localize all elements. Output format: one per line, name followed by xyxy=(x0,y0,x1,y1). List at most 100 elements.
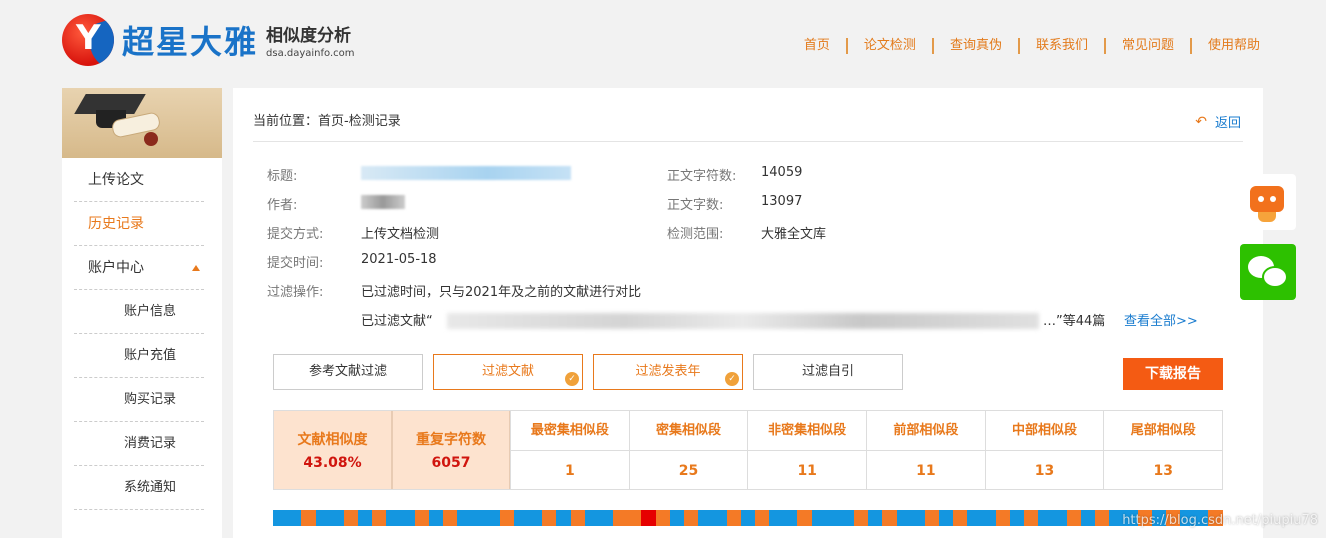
sidebar-item-recharge[interactable]: 账户充值 xyxy=(74,334,204,378)
bar-segment xyxy=(584,510,614,526)
bar-segment xyxy=(797,510,812,526)
stat-column: 密集相似段 25 xyxy=(628,411,748,489)
bar-segment xyxy=(967,510,996,526)
watermark: https://blog.csdn.net/piupiu78 xyxy=(1122,513,1318,528)
sidebar-item-purchases[interactable]: 购买记录 xyxy=(74,378,204,422)
nav-faq[interactable]: 常见问题 xyxy=(1106,38,1192,54)
sidebar-item-upload[interactable]: 上传论文 xyxy=(74,158,204,202)
stat-column: 中部相似段 13 xyxy=(984,411,1104,489)
method-label: 提交方式: xyxy=(267,227,324,242)
bar-segment xyxy=(868,510,883,526)
char-count-value: 14059 xyxy=(761,165,803,180)
bar-segment xyxy=(513,510,543,526)
repeat-chars-cell: 重复字符数 6057 xyxy=(392,411,510,489)
bar-segment xyxy=(1095,510,1110,526)
similarity-stats-table: 文献相似度 43.08% 重复字符数 6057 最密集相似段 1 密集相似段 25 … xyxy=(273,410,1223,490)
bar-segment xyxy=(613,510,642,526)
similarity-distribution-bar[interactable] xyxy=(273,510,1223,526)
sidebar-item-account-info[interactable]: 账户信息 xyxy=(74,290,204,334)
filter-self-citation-button[interactable]: 过滤自引 xyxy=(753,354,903,390)
nav-contact[interactable]: 联系我们 xyxy=(1020,38,1106,54)
record-panel: 当前位置：首页-检测记录 ↶ 返回 标题: 作者: 提交方式: 上传文档检测 提交… xyxy=(233,88,1263,538)
logo-icon: Y xyxy=(62,14,114,66)
bar-segment xyxy=(386,510,415,526)
bar-segment xyxy=(740,510,755,526)
bar-segment xyxy=(428,510,444,526)
view-all-link[interactable]: 查看全部>> xyxy=(1124,310,1198,329)
filtered-lit-prefix: 已过滤文献“ xyxy=(361,314,433,329)
wechat-icon[interactable] xyxy=(1240,244,1296,300)
logo-subtitle: 相似度分析 xyxy=(266,26,352,46)
bar-segment xyxy=(769,510,798,526)
method-value: 上传文档检测 xyxy=(361,227,440,242)
bar-segment xyxy=(457,510,500,526)
author-value-redacted xyxy=(361,195,405,209)
bar-segment xyxy=(953,510,968,526)
stat-column: 前部相似段 11 xyxy=(866,411,985,489)
scope-value: 大雅全文库 xyxy=(761,227,827,242)
bar-segment xyxy=(273,510,302,526)
title-label: 标题: xyxy=(267,169,298,184)
sidebar-item-history[interactable]: 历史记录 xyxy=(74,202,204,246)
stat-column: 非密集相似段 11 xyxy=(747,411,867,489)
sidebar-item-account-center[interactable]: 账户中心 xyxy=(74,246,204,290)
scope-label: 检测范围: xyxy=(667,227,724,242)
bar-segment xyxy=(1038,510,1067,526)
nav-home[interactable]: 首页 xyxy=(788,38,848,54)
similarity-rate-cell: 文献相似度 43.08% xyxy=(274,411,392,489)
check-icon: ✓ xyxy=(565,372,579,386)
logo-domain: dsa.dayainfo.com xyxy=(266,48,355,59)
download-report-button[interactable]: 下载报告 xyxy=(1123,358,1223,390)
bar-segment xyxy=(301,510,316,526)
bar-segment xyxy=(939,510,954,526)
bar-segment xyxy=(372,510,387,526)
nav-thesis-check[interactable]: 论文检测 xyxy=(848,38,934,54)
bar-segment xyxy=(754,510,770,526)
filter-references-button[interactable]: 参考文献过滤 xyxy=(273,354,423,390)
bar-segment xyxy=(542,510,557,526)
collapse-triangle-icon xyxy=(192,265,200,271)
nav-help[interactable]: 使用帮助 xyxy=(1192,38,1260,54)
bar-segment xyxy=(854,510,869,526)
char-count-label: 正文字符数: xyxy=(667,169,737,184)
stat-column: 尾部相似段 13 xyxy=(1103,411,1223,489)
filtered-lit-suffix: …”等44篇 xyxy=(1043,314,1106,329)
similarity-rate-value: 43.08% xyxy=(303,455,362,471)
top-navigation: 首页 论文检测 查询真伪 联系我们 常见问题 使用帮助 xyxy=(788,38,1260,54)
stat-column: 最密集相似段 1 xyxy=(510,411,629,489)
bar-segment xyxy=(655,510,670,526)
back-arrow-icon: ↶ xyxy=(1195,113,1207,130)
bar-segment xyxy=(896,510,925,526)
bar-segment xyxy=(499,510,514,526)
bar-segment xyxy=(995,510,1010,526)
sidebar-item-consumption[interactable]: 消费记录 xyxy=(74,422,204,466)
sidebar: 上传论文 历史记录 账户中心 账户信息 账户充值 购买记录 消费记录 系统通知 xyxy=(62,88,222,538)
robot-assistant-icon[interactable] xyxy=(1240,174,1296,230)
bar-segment xyxy=(443,510,458,526)
back-button[interactable]: ↶ 返回 xyxy=(1195,112,1241,132)
bar-segment xyxy=(698,510,727,526)
bar-segment xyxy=(556,510,571,526)
bar-segment xyxy=(1066,510,1081,526)
filter-value: 已过滤时间，只与2021年及之前的文献进行对比 xyxy=(361,285,642,300)
word-count-value: 13097 xyxy=(761,194,803,209)
bar-segment xyxy=(684,510,699,526)
check-icon: ✓ xyxy=(725,372,739,386)
divider xyxy=(253,141,1243,142)
bar-segment xyxy=(641,510,656,526)
site-logo[interactable]: Y 超星大雅 相似度分析 dsa.dayainfo.com xyxy=(62,14,355,66)
bar-segment xyxy=(811,510,855,526)
bar-segment xyxy=(358,510,373,526)
bar-segment xyxy=(1080,510,1095,526)
filtered-lit-redacted xyxy=(447,313,1039,329)
bar-segment xyxy=(924,510,940,526)
bar-segment xyxy=(343,510,359,526)
time-label: 提交时间: xyxy=(267,256,324,271)
bar-segment xyxy=(414,510,429,526)
bar-segment xyxy=(726,510,741,526)
filter-year-button[interactable]: 过滤发表年 ✓ xyxy=(593,354,743,390)
bar-segment xyxy=(669,510,684,526)
filter-literature-button[interactable]: 过滤文献 ✓ xyxy=(433,354,583,390)
sidebar-item-notifications[interactable]: 系统通知 xyxy=(74,466,204,510)
nav-verify[interactable]: 查询真伪 xyxy=(934,38,1020,54)
